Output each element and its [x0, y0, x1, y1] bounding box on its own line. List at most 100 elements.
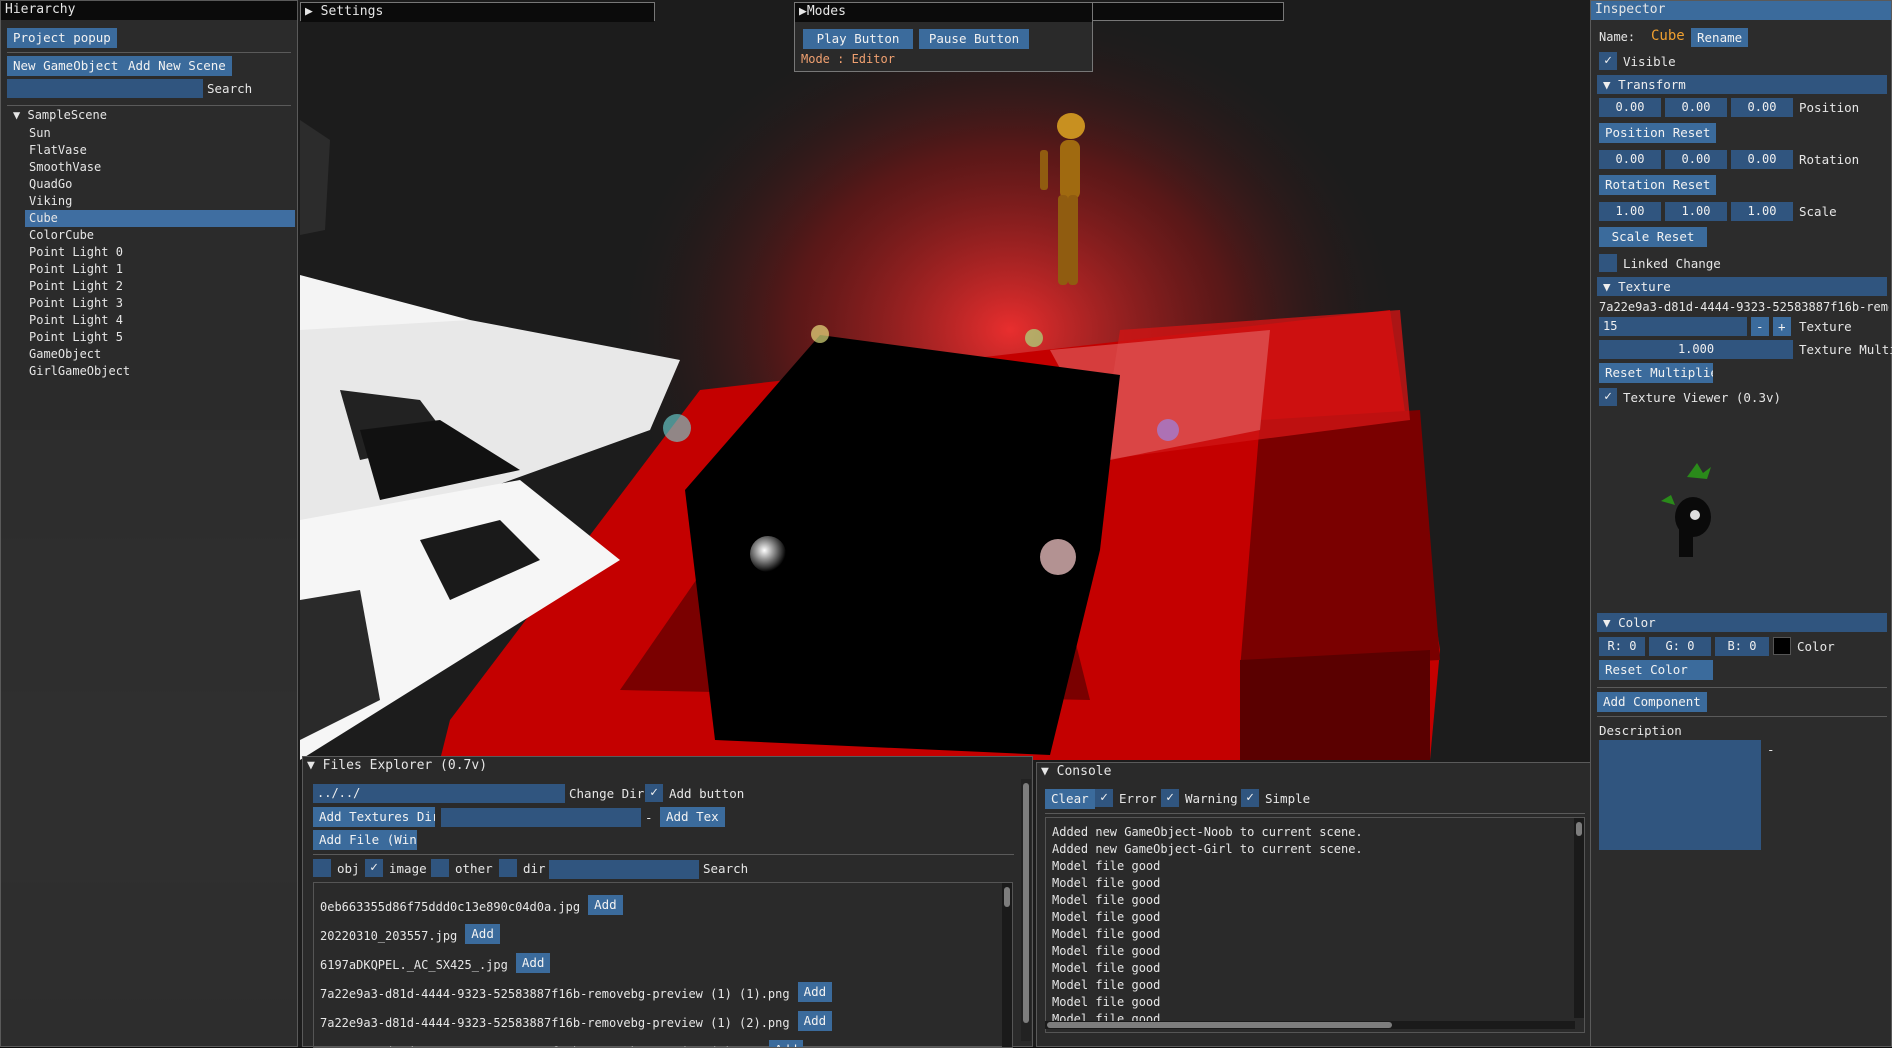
position-y[interactable]: 0.00	[1665, 98, 1727, 117]
expanded-arrow-icon: ▼	[1603, 77, 1611, 92]
filter-obj-checkbox[interactable]	[313, 859, 331, 877]
files-explorer-scrollbar[interactable]	[1021, 779, 1031, 1041]
expanded-arrow-icon: ▼	[1041, 764, 1049, 779]
console-line: Model file good	[1052, 995, 1161, 1009]
add-component-button[interactable]: Add Component	[1597, 692, 1707, 712]
hierarchy-item[interactable]: SmoothVase	[25, 159, 295, 176]
scale-y[interactable]: 1.00	[1665, 202, 1727, 221]
hierarchy-item[interactable]: Point Light 0	[25, 244, 295, 261]
position-x[interactable]: 0.00	[1599, 98, 1661, 117]
files-explorer-titlebar[interactable]: ▼ Files Explorer (0.7v)	[303, 757, 1032, 776]
scale-z[interactable]: 1.00	[1731, 202, 1793, 221]
texture-minus-button[interactable]: -	[1751, 317, 1769, 336]
pause-button[interactable]: Pause Button	[919, 29, 1029, 49]
hierarchy-item[interactable]: GirlGameObject	[25, 363, 295, 380]
hierarchy-search-input[interactable]	[7, 79, 203, 98]
textures-dir-input[interactable]	[441, 808, 641, 827]
reset-color-button[interactable]: Reset Color	[1599, 660, 1713, 680]
error-checkbox[interactable]: ✓	[1095, 789, 1113, 807]
scale-x[interactable]: 1.00	[1599, 202, 1661, 221]
file-row: 7a22e9a3-d81d-4444-9323-52583887f16b-rem…	[320, 978, 833, 1002]
add-new-scene-button[interactable]: Add New Scene	[122, 56, 232, 76]
reset-multiplier-button[interactable]: Reset Multiplier	[1599, 363, 1713, 383]
rotation-reset-button[interactable]: Rotation Reset	[1599, 175, 1717, 195]
file-name: 7a22e9a3-d81d-4444-9323-52583887f16b-rem…	[320, 1016, 790, 1030]
hierarchy-title: Hierarchy	[1, 1, 297, 20]
texture-header[interactable]: ▼ Texture	[1597, 277, 1887, 296]
play-button[interactable]: Play Button	[803, 29, 913, 49]
hierarchy-item[interactable]: Point Light 3	[25, 295, 295, 312]
console-line: Model file good	[1052, 961, 1161, 975]
texture-viewer-checkbox[interactable]: ✓	[1599, 388, 1617, 406]
add-file-item-button[interactable]: Add	[797, 1011, 833, 1031]
filter-image-label: image	[389, 861, 427, 876]
modes-titlebar[interactable]: ▶Modes	[795, 3, 1092, 22]
hierarchy-item[interactable]: Point Light 1	[25, 261, 295, 278]
hierarchy-item[interactable]: Point Light 4	[25, 312, 295, 329]
color-swatch[interactable]	[1773, 637, 1791, 655]
color-b-input[interactable]: B: 0	[1715, 637, 1769, 656]
filter-obj-label: obj	[337, 861, 360, 876]
scale-reset-button[interactable]: Scale Reset	[1599, 227, 1707, 247]
color-label: Color	[1797, 639, 1835, 654]
hierarchy-item[interactable]: Sun	[25, 125, 295, 142]
add-file-item-button[interactable]: Add	[515, 953, 551, 973]
texture-multiplier-input[interactable]: 1.000	[1599, 340, 1793, 359]
add-file-button[interactable]: Add File (Winc	[313, 830, 417, 850]
texture-label: Texture	[1799, 319, 1852, 334]
settings-titlebar[interactable]: ▶ Settings	[301, 3, 654, 22]
transform-header[interactable]: ▼ Transform	[1597, 75, 1887, 94]
add-tex-button[interactable]: Add Tex	[660, 807, 725, 827]
rotation-y[interactable]: 0.00	[1665, 150, 1727, 169]
texture-preview-icon	[1661, 463, 1711, 557]
rename-button[interactable]: Rename	[1691, 28, 1749, 47]
scene-name: SampleScene	[27, 108, 107, 122]
description-textarea[interactable]	[1599, 740, 1761, 850]
filter-dir-checkbox[interactable]	[499, 859, 517, 877]
visible-label: Visible	[1623, 54, 1676, 69]
console-hscrollbar[interactable]	[1045, 1021, 1575, 1029]
add-button-checkbox[interactable]: ✓	[645, 784, 663, 802]
hierarchy-item[interactable]: GameObject	[25, 346, 295, 363]
files-search-input[interactable]	[549, 860, 699, 879]
color-g-input[interactable]: G: 0	[1649, 637, 1711, 656]
visible-checkbox[interactable]: ✓	[1599, 52, 1617, 70]
change-dir-button[interactable]: Change Dir	[569, 786, 644, 801]
linked-change-checkbox[interactable]	[1599, 254, 1617, 272]
position-reset-button[interactable]: Position Reset	[1599, 123, 1717, 143]
add-button-label: Add button	[669, 786, 745, 801]
file-row: 7a22e9a3-d81d-4444-9323-52583887f16b-rem…	[320, 1007, 833, 1031]
position-z[interactable]: 0.00	[1731, 98, 1793, 117]
hierarchy-item[interactable]: Cube	[25, 210, 295, 227]
directory-input[interactable]: ../../	[313, 784, 565, 803]
project-popup-button[interactable]: Project popup	[7, 28, 117, 48]
warning-checkbox[interactable]: ✓	[1161, 789, 1179, 807]
rotation-x[interactable]: 0.00	[1599, 150, 1661, 169]
clear-button[interactable]: Clear	[1045, 789, 1095, 809]
hierarchy-item[interactable]: Viking	[25, 193, 295, 210]
filter-image-checkbox[interactable]: ✓	[365, 859, 383, 877]
filter-other-checkbox[interactable]	[431, 859, 449, 877]
name-label: Name:	[1599, 30, 1636, 44]
color-r-input[interactable]: R: 0	[1599, 637, 1645, 656]
hierarchy-item[interactable]: FlatVase	[25, 142, 295, 159]
scene-tree-node[interactable]: ▼ SampleScene	[13, 108, 107, 122]
warning-label: Warning	[1185, 791, 1238, 806]
hierarchy-item[interactable]: ColorCube	[25, 227, 295, 244]
add-file-item-button[interactable]: Add	[797, 982, 833, 1002]
simple-checkbox[interactable]: ✓	[1241, 789, 1259, 807]
console-titlebar[interactable]: ▼ Console	[1037, 763, 1591, 782]
hierarchy-item[interactable]: Point Light 2	[25, 278, 295, 295]
texture-plus-button[interactable]: +	[1773, 317, 1791, 336]
add-file-item-button[interactable]: Add	[465, 924, 500, 944]
add-file-item-button[interactable]: Add	[588, 895, 623, 915]
hierarchy-item[interactable]: QuadGo	[25, 176, 295, 193]
texture-index-input[interactable]: 15	[1599, 317, 1747, 336]
hierarchy-item[interactable]: Point Light 5	[25, 329, 295, 346]
new-gameobject-button[interactable]: New GameObject	[7, 56, 125, 76]
console-scrollbar[interactable]	[1574, 818, 1584, 1018]
rotation-z[interactable]: 0.00	[1731, 150, 1793, 169]
add-textures-dir-button[interactable]: Add Textures Dir	[313, 807, 435, 827]
color-header[interactable]: ▼ Color	[1597, 613, 1887, 632]
file-list-scrollbar[interactable]	[1002, 883, 1012, 1047]
